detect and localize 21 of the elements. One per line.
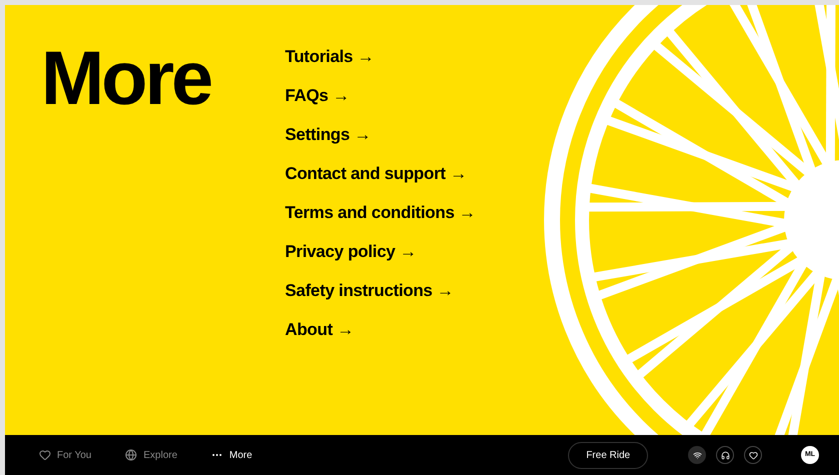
- nav-tab[interactable]: More: [211, 448, 252, 462]
- free-ride-button[interactable]: Free Ride: [568, 442, 648, 468]
- menu-link[interactable]: Tutorials →: [285, 45, 476, 69]
- page-title: More: [41, 41, 212, 117]
- nav-tab[interactable]: Explore: [125, 448, 178, 462]
- menu-link[interactable]: Privacy policy →: [285, 240, 476, 264]
- heart-icon: [39, 449, 51, 461]
- heart-icon: [748, 450, 758, 460]
- nav-tab[interactable]: For You: [39, 448, 92, 462]
- menu-link[interactable]: Safety instructions →: [285, 279, 476, 303]
- globe-icon: [125, 449, 138, 461]
- menu-link[interactable]: Terms and conditions →: [285, 201, 476, 225]
- headphones-icon: [720, 450, 730, 460]
- icon-button[interactable]: [688, 446, 706, 464]
- icon-button[interactable]: [744, 446, 762, 464]
- menu-link[interactable]: Settings →: [285, 123, 476, 147]
- menu-link[interactable]: Contact and support →: [285, 162, 476, 186]
- wifi-icon: [692, 450, 702, 460]
- menu-link[interactable]: FAQs →: [285, 84, 476, 108]
- menu-link[interactable]: About →: [285, 318, 476, 342]
- icon-button[interactable]: [716, 446, 734, 464]
